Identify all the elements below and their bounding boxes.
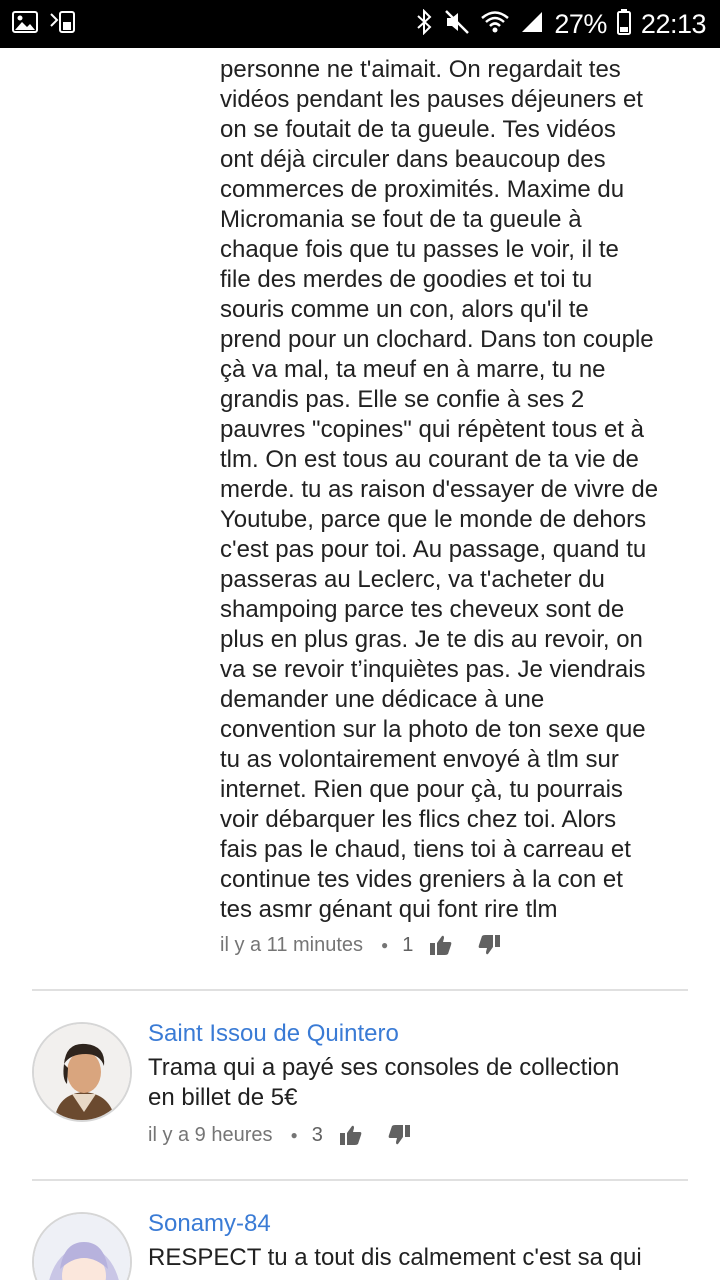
comment-divider [32,1179,688,1181]
battery-icon [616,8,631,40]
comment-timestamp: il y a 9 heures [148,1123,273,1146]
thumbs-up-icon [339,1125,362,1145]
bluetooth-icon [416,8,434,40]
comment-text: RESPECT tu a tout dis calmement c'est sa… [148,1244,642,1271]
comment-meta: il y a 9 heures ● 3 [148,1120,411,1150]
mute-icon [444,9,470,40]
image-icon [12,10,38,38]
comment-timestamp: il y a 11 minutes [220,933,364,956]
thumbs-up-icon [430,935,452,955]
status-bar: 27% 22:13 [0,0,720,48]
thumbs-down-icon [388,1125,410,1145]
like-button[interactable] [429,934,453,956]
dislike-button[interactable] [477,934,501,956]
like-button[interactable] [339,1124,363,1146]
wifi-icon [480,10,510,39]
signal-icon [520,10,544,39]
separator-dot: ● [381,938,389,952]
clock: 22:13 [640,8,707,39]
comment-author[interactable]: Sonamy-84 [148,1210,271,1238]
dislike-button[interactable] [387,1124,411,1146]
like-count: 1 [402,933,414,956]
comment-meta: il y a 11 minutes ● 1 [220,930,501,960]
status-bar-left [12,10,78,39]
comments-list[interactable]: personne ne t'aimait. On regardait tes v… [0,48,720,1280]
battery-percent: 27% [554,8,607,39]
comment-divider [32,989,688,991]
comment-author[interactable]: Saint Issou de Quintero [148,1020,399,1048]
comment-text: personne ne t'aimait. On regardait tes v… [220,56,659,923]
comment-text: Trama qui a payé ses consoles de collect… [148,1054,620,1111]
vibrate-icon [48,10,78,39]
avatar[interactable] [32,1022,132,1122]
status-bar-right: 27% 22:13 [416,8,707,40]
like-count: 3 [311,1123,323,1146]
avatar[interactable] [32,1212,132,1280]
thumbs-down-icon [479,935,501,955]
separator-dot: ● [290,1128,298,1142]
